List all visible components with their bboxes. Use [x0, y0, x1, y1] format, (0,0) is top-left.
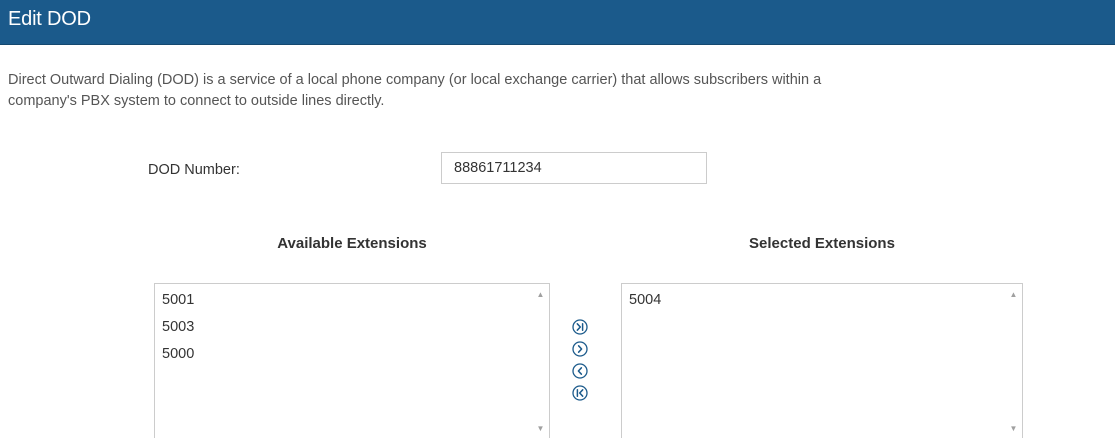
scroll-down-arrow-icon[interactable]: ▼	[532, 420, 549, 437]
dod-number-label: DOD Number:	[148, 162, 240, 178]
selected-extension-item[interactable]: 5004	[622, 287, 1004, 314]
available-extensions-header: Available Extensions	[277, 235, 427, 252]
move-all-left-button[interactable]	[568, 382, 592, 404]
scroll-up-arrow-icon[interactable]: ▲	[1005, 286, 1022, 303]
move-left-icon	[572, 363, 588, 379]
dod-description: Direct Outward Dialing (DOD) is a servic…	[8, 72, 822, 109]
move-all-right-icon	[572, 319, 588, 335]
scroll-down-arrow-icon[interactable]: ▼	[1005, 420, 1022, 437]
move-buttons-group	[568, 316, 594, 404]
selected-list-scrollbar[interactable]: ▲ ▼	[1005, 284, 1022, 438]
available-extension-item[interactable]: 5001	[155, 287, 531, 314]
scroll-up-arrow-icon[interactable]: ▲	[532, 286, 549, 303]
selected-extensions-list[interactable]: 5004 ▲ ▼	[621, 283, 1023, 438]
available-extension-item[interactable]: 5000	[155, 341, 531, 368]
available-extension-item[interactable]: 5003	[155, 314, 531, 341]
edit-dod-page: Edit DOD Direct Outward Dialing (DOD) is…	[0, 0, 1115, 438]
move-right-button[interactable]	[568, 338, 592, 360]
selected-extensions-header: Selected Extensions	[749, 235, 895, 252]
available-extensions-list[interactable]: 5001 5003 5000 ▲ ▼	[154, 283, 550, 438]
dod-number-input[interactable]	[441, 152, 707, 184]
move-all-right-button[interactable]	[568, 316, 592, 338]
title-bar: Edit DOD	[0, 0, 1115, 45]
move-all-left-icon	[572, 385, 588, 401]
move-left-button[interactable]	[568, 360, 592, 382]
page-title: Edit DOD	[8, 8, 91, 30]
move-right-icon	[572, 341, 588, 357]
available-list-scrollbar[interactable]: ▲ ▼	[532, 284, 549, 438]
